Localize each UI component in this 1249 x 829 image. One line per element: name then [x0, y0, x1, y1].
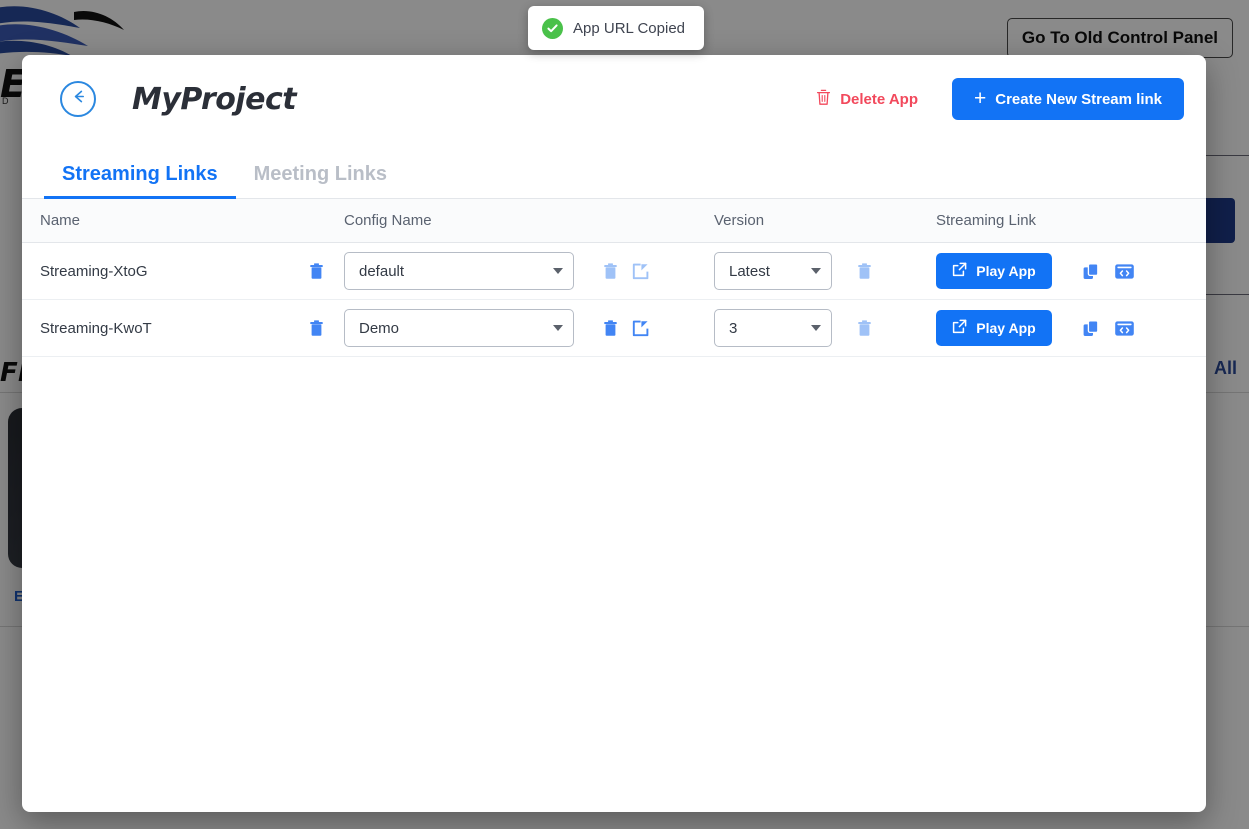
chevron-down-icon	[811, 325, 821, 331]
external-link-icon	[952, 319, 967, 337]
delete-stream-link-button[interactable]	[308, 319, 325, 338]
config-name-value: Demo	[359, 320, 553, 337]
play-app-label: Play App	[976, 263, 1035, 279]
play-app-label: Play App	[976, 320, 1035, 336]
chevron-down-icon	[553, 268, 563, 274]
toast-notification: App URL Copied	[528, 6, 704, 50]
tab-bar: Streaming Links Meeting Links	[22, 143, 1206, 199]
embed-code-button[interactable]	[1114, 262, 1135, 281]
external-link-icon	[952, 262, 967, 280]
column-header-streaming-link: Streaming Link	[936, 212, 1206, 229]
edit-config-button[interactable]	[631, 262, 650, 281]
back-button[interactable]	[60, 81, 96, 117]
cell-version: Latest	[714, 252, 936, 290]
edit-config-button[interactable]	[631, 319, 650, 338]
delete-config-button[interactable]	[602, 319, 619, 338]
cell-name: Streaming-KwoT	[22, 319, 344, 338]
version-value: Latest	[729, 263, 811, 280]
delete-app-button[interactable]: Delete App	[816, 89, 918, 110]
trash-icon	[816, 89, 831, 110]
config-name-value: default	[359, 263, 553, 280]
embed-code-button[interactable]	[1114, 319, 1135, 338]
chevron-down-icon	[553, 325, 563, 331]
column-header-version: Version	[714, 212, 936, 229]
column-header-config-name: Config Name	[344, 212, 714, 229]
cell-streaming-link: Play App	[936, 310, 1206, 346]
tab-meeting-links[interactable]: Meeting Links	[236, 163, 405, 198]
check-circle-icon	[542, 18, 563, 39]
copy-link-button[interactable]	[1082, 262, 1101, 281]
play-app-button[interactable]: Play App	[936, 253, 1052, 289]
tab-meeting-links-label: Meeting Links	[254, 163, 387, 185]
column-header-name: Name	[22, 212, 344, 229]
delete-version-button[interactable]	[856, 319, 873, 338]
delete-stream-link-button[interactable]	[308, 262, 325, 281]
table-header-row: Name Config Name Version Streaming Link	[22, 199, 1206, 243]
chevron-down-icon	[811, 268, 821, 274]
cell-name: Streaming-XtoG	[22, 262, 344, 281]
toast-message: App URL Copied	[573, 20, 685, 37]
streaming-links-table: Name Config Name Version Streaming Link …	[22, 199, 1206, 812]
version-select[interactable]: 3	[714, 309, 832, 347]
row-name-label: Streaming-XtoG	[40, 263, 308, 280]
modal-header: MyProject Delete App + Create New Stream…	[22, 55, 1206, 143]
table-row: Streaming-XtoG default	[22, 243, 1206, 300]
config-name-select[interactable]: default	[344, 252, 574, 290]
cell-version: 3	[714, 309, 936, 347]
plus-icon: +	[974, 88, 986, 109]
tab-streaming-links-label: Streaming Links	[62, 163, 218, 185]
create-new-stream-link-button[interactable]: + Create New Stream link	[952, 78, 1184, 120]
cell-config: default	[344, 252, 714, 290]
cell-config: Demo	[344, 309, 714, 347]
tab-streaming-links[interactable]: Streaming Links	[44, 163, 236, 198]
cell-streaming-link: Play App	[936, 253, 1206, 289]
copy-link-button[interactable]	[1082, 319, 1101, 338]
page-title: MyProject	[132, 82, 296, 117]
delete-config-button[interactable]	[602, 262, 619, 281]
arrow-left-icon	[69, 87, 88, 111]
table-row: Streaming-KwoT Demo	[22, 300, 1206, 357]
delete-version-button[interactable]	[856, 262, 873, 281]
row-name-label: Streaming-KwoT	[40, 320, 308, 337]
delete-app-label: Delete App	[840, 91, 918, 108]
create-button-label: Create New Stream link	[995, 91, 1162, 108]
config-name-select[interactable]: Demo	[344, 309, 574, 347]
streaming-links-modal: MyProject Delete App + Create New Stream…	[22, 55, 1206, 812]
version-select[interactable]: Latest	[714, 252, 832, 290]
version-value: 3	[729, 320, 811, 337]
play-app-button[interactable]: Play App	[936, 310, 1052, 346]
